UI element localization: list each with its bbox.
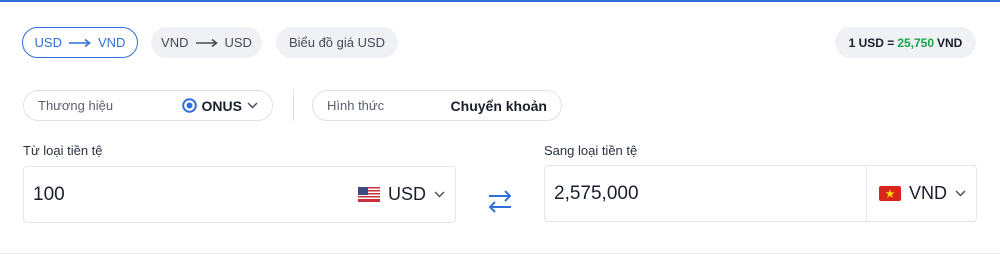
tab-usd-to-vnd[interactable]: USD VND [22, 27, 138, 58]
rate-suffix: VND [937, 35, 963, 50]
from-amount-input[interactable]: 100 [33, 184, 65, 206]
tab-from-currency: USD [34, 35, 62, 50]
top-accent-line [0, 0, 1000, 2]
brand-name: ONUS [201, 97, 242, 114]
method-label: Hình thức [327, 98, 385, 113]
from-amount-field[interactable]: 100 USD [23, 166, 456, 223]
tab-to-currency: VND [98, 35, 126, 50]
brand-select[interactable]: Thương hiệu ONUS [23, 90, 273, 121]
tab-from-currency: VND [161, 35, 189, 50]
vn-flag-icon [878, 186, 901, 201]
to-currency-code: VND [908, 183, 947, 203]
method-value: Chuyển khoản [450, 97, 547, 114]
chevron-down-icon [955, 190, 966, 197]
brand-value: ONUS [181, 97, 258, 114]
brand-label: Thương hiệu [38, 98, 114, 113]
tab-to-currency: USD [224, 35, 252, 50]
radio-dot-icon [181, 98, 197, 113]
rate-prefix: 1 USD = [848, 35, 895, 50]
from-currency-label: Từ loại tiền tệ [23, 143, 103, 158]
exchange-rate-badge: 1 USD = 25,750 VND [835, 27, 976, 58]
to-amount-value[interactable]: 2,575,000 [554, 183, 639, 205]
arrow-right-icon [69, 38, 91, 47]
bottom-divider [0, 253, 1000, 254]
rate-value: 25,750 [897, 35, 935, 50]
tab-usd-price-chart[interactable]: Biểu đồ giá USD [276, 27, 398, 58]
to-currency-label: Sang loại tiền tệ [544, 143, 638, 158]
from-currency-code: USD [387, 184, 426, 204]
us-flag-icon [357, 187, 380, 202]
to-amount-field[interactable]: 2,575,000 VND [544, 165, 977, 222]
tab-label: Biểu đồ giá USD [288, 35, 386, 50]
chevron-down-icon [434, 191, 445, 198]
from-currency-select[interactable]: USD [357, 184, 445, 205]
arrow-right-icon [195, 38, 218, 47]
tab-vnd-to-usd[interactable]: VND USD [151, 27, 262, 58]
to-currency-select[interactable]: VND [865, 165, 966, 222]
selector-divider [293, 89, 294, 121]
method-select[interactable]: Hình thức Chuyển khoản [312, 90, 562, 121]
swap-arrows-icon[interactable] [486, 188, 514, 214]
chevron-down-icon [247, 102, 258, 109]
